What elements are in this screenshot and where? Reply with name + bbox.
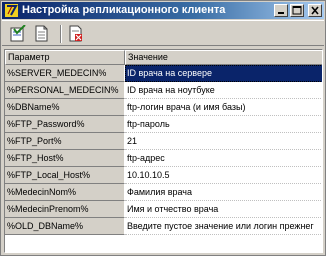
value-cell[interactable]: ftp-пароль — [125, 116, 322, 133]
param-cell[interactable]: %FTP_Port% — [5, 133, 125, 150]
table-row[interactable]: %FTP_Password% ftp-пароль — [5, 116, 322, 133]
toolbar — [2, 20, 324, 46]
param-cell[interactable]: %FTP_Password% — [5, 116, 125, 133]
app-window: Настройка репликационного клиента Параме… — [0, 0, 326, 256]
table-row[interactable]: %MedecinNom% Фамилия врача — [5, 184, 322, 201]
param-cell[interactable]: %FTP_Local_Host% — [5, 167, 125, 184]
value-cell[interactable]: Фамилия врача — [125, 184, 322, 201]
minimize-icon — [278, 12, 284, 14]
param-cell[interactable]: %OLD_DBName% — [5, 218, 125, 235]
value-cell[interactable]: 10.10.10.5 — [125, 167, 322, 184]
param-cell[interactable]: %MedecinPrenom% — [5, 201, 125, 218]
parameters-grid[interactable]: Параметр Значение %SERVER_MEDECIN% ID вр… — [4, 49, 323, 253]
app-icon — [5, 4, 18, 17]
maximize-button[interactable] — [290, 4, 304, 17]
minimize-button[interactable] — [274, 4, 288, 17]
title-bar[interactable]: Настройка репликационного клиента — [2, 2, 324, 19]
close-icon — [311, 6, 319, 15]
value-cell[interactable]: Имя и отчество врача — [125, 201, 322, 218]
window-title: Настройка репликационного клиента — [22, 4, 226, 16]
table-row[interactable]: %FTP_Host% ftp-адрес — [5, 150, 322, 167]
param-cell[interactable]: %SERVER_MEDECIN% — [5, 65, 125, 82]
value-cell[interactable]: 21 — [125, 133, 322, 150]
new-document-button[interactable] — [32, 24, 52, 44]
delete-document-icon — [69, 25, 82, 42]
table-row[interactable]: %FTP_Port% 21 — [5, 133, 322, 150]
table-row[interactable]: %MedecinPrenom% Имя и отчество врача — [5, 201, 322, 218]
value-cell[interactable]: ftp-логин врача (и имя базы) — [125, 99, 322, 116]
table-row[interactable]: %PERSONAL_MEDECIN% ID врача на ноутбуке — [5, 82, 322, 99]
table-row[interactable]: %SERVER_MEDECIN% ID врача на сервере — [5, 65, 322, 82]
grid-header: Параметр Значение — [5, 50, 322, 65]
save-button[interactable] — [8, 24, 28, 44]
toolbar-separator — [60, 25, 62, 43]
check-save-icon — [10, 25, 26, 42]
close-button[interactable] — [308, 4, 322, 17]
table-row[interactable]: %FTP_Local_Host% 10.10.10.5 — [5, 167, 322, 184]
value-cell[interactable]: ID врача на ноутбуке — [125, 82, 322, 99]
param-cell[interactable]: %DBName% — [5, 99, 125, 116]
table-row[interactable]: %DBName% ftp-логин врача (и имя базы) — [5, 99, 322, 116]
param-cell[interactable]: %PERSONAL_MEDECIN% — [5, 82, 125, 99]
maximize-icon — [292, 6, 302, 15]
value-cell[interactable]: Введите пустое значение или логин прежне… — [125, 218, 322, 235]
document-icon — [35, 25, 48, 42]
delete-button[interactable] — [66, 24, 86, 44]
table-row[interactable]: %OLD_DBName% Введите пустое значение или… — [5, 218, 322, 235]
column-header-value[interactable]: Значение — [125, 50, 322, 65]
value-cell[interactable]: ftp-адрес — [125, 150, 322, 167]
param-cell[interactable]: %FTP_Host% — [5, 150, 125, 167]
column-header-param[interactable]: Параметр — [5, 50, 125, 65]
value-cell[interactable]: ID врача на сервере — [125, 65, 322, 82]
param-cell[interactable]: %MedecinNom% — [5, 184, 125, 201]
